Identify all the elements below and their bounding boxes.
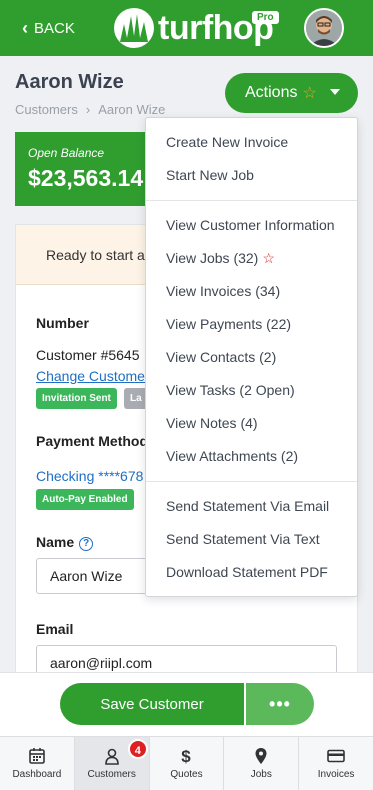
tab-quotes[interactable]: $ Quotes <box>150 737 225 790</box>
tab-invoices[interactable]: Invoices <box>299 737 373 790</box>
turfhop-logo: turfhop <box>114 8 274 48</box>
email-label: Email <box>36 621 74 637</box>
actions-label: Actions <box>245 84 298 101</box>
more-options-button[interactable]: ••• <box>246 683 314 725</box>
bottom-tab-bar: Dashboard 4 Customers $ Quotes Jobs Invo… <box>0 736 373 790</box>
tab-jobs-label: Jobs <box>250 769 272 780</box>
dollar-icon: $ <box>182 747 192 765</box>
tab-customers[interactable]: 4 Customers <box>74 737 150 790</box>
invitation-sent-badge: Invitation Sent <box>36 388 117 409</box>
customer-number: Customer #5645 <box>36 347 140 363</box>
menu-send-statement-text[interactable]: Send Statement Via Text <box>166 531 320 547</box>
actions-menu: Create New Invoice Start New Job View Cu… <box>145 117 358 597</box>
tab-quotes-label: Quotes <box>170 769 203 780</box>
page-title: Aaron Wize <box>15 71 124 93</box>
menu-view-customer-information[interactable]: View Customer Information <box>166 217 335 233</box>
chevron-right-icon: › <box>85 102 91 117</box>
tab-customers-label: Customers <box>87 769 136 780</box>
user-icon <box>104 748 119 765</box>
payment-method-link[interactable]: Checking ****678 <box>36 468 143 484</box>
actions-button[interactable]: Actions ☆ <box>225 73 358 113</box>
star-icon: ☆ <box>302 85 317 102</box>
menu-view-contacts[interactable]: View Contacts (2) <box>166 349 276 365</box>
name-label: Name? <box>36 534 94 551</box>
tab-jobs[interactable]: Jobs <box>224 737 300 790</box>
open-balance-amount: $23,563.14 <box>28 165 144 191</box>
name-label-text: Name <box>36 534 75 550</box>
breadcrumb-current: Aaron Wize <box>98 102 166 117</box>
tab-dashboard[interactable]: Dashboard <box>0 737 75 790</box>
menu-view-payments[interactable]: View Payments (22) <box>166 316 291 332</box>
avatar[interactable] <box>304 8 344 48</box>
payment-method-label: Payment Method <box>36 433 149 449</box>
caret-down-icon <box>330 89 340 95</box>
star-icon: ☆ <box>262 250 275 266</box>
chevron-left-icon: ‹ <box>22 18 28 38</box>
credit-card-icon <box>327 749 345 763</box>
tab-invoices-label: Invoices <box>317 769 355 780</box>
menu-view-attachments[interactable]: View Attachments (2) <box>166 448 298 464</box>
menu-view-tasks[interactable]: View Tasks (2 Open) <box>166 382 295 398</box>
save-bar: Save Customer ••• <box>0 672 373 736</box>
pro-badge: Pro <box>252 11 279 24</box>
menu-view-invoices[interactable]: View Invoices (34) <box>166 283 280 299</box>
menu-download-statement-pdf[interactable]: Download Statement PDF <box>166 564 328 580</box>
auto-pay-badge: Auto-Pay Enabled <box>36 489 134 510</box>
grass-logo-icon <box>114 8 154 48</box>
top-bar: ‹ BACK turfhop Pro <box>0 0 373 56</box>
menu-create-new-invoice[interactable]: Create New Invoice <box>166 134 288 150</box>
menu-send-statement-email[interactable]: Send Statement Via Email <box>166 498 329 514</box>
menu-view-jobs[interactable]: View Jobs (32) ☆ <box>166 250 275 267</box>
change-customer-link[interactable]: Change Customer <box>36 368 150 384</box>
menu-divider <box>146 200 357 201</box>
menu-view-jobs-label: View Jobs (32) <box>166 250 259 266</box>
help-icon[interactable]: ? <box>79 537 94 551</box>
back-button[interactable]: ‹ BACK <box>22 18 75 39</box>
save-customer-button[interactable]: Save Customer <box>60 683 244 725</box>
breadcrumb: Customers › Aaron Wize <box>15 102 165 117</box>
menu-view-notes[interactable]: View Notes (4) <box>166 415 258 431</box>
breadcrumb-customers[interactable]: Customers <box>15 102 78 117</box>
open-balance-label: Open Balance <box>28 146 105 160</box>
tab-dashboard-label: Dashboard <box>12 769 62 780</box>
number-label: Number <box>36 315 89 331</box>
calendar-icon <box>29 748 45 764</box>
customers-count-badge: 4 <box>127 739 148 759</box>
ready-notice-text: Ready to start a <box>46 247 145 263</box>
map-pin-icon <box>255 748 267 764</box>
email-field[interactable]: aaron@riipl.com <box>36 645 337 672</box>
back-label: BACK <box>34 20 75 37</box>
svg-text:$: $ <box>182 747 192 765</box>
menu-divider <box>146 481 357 482</box>
menu-start-new-job[interactable]: Start New Job <box>166 167 254 183</box>
